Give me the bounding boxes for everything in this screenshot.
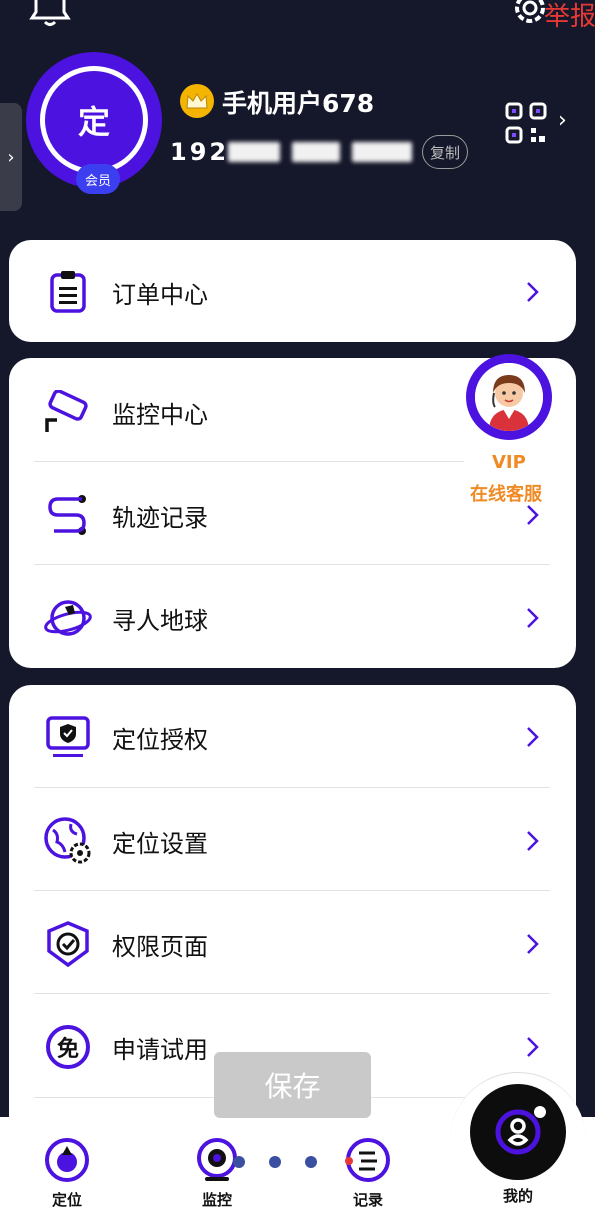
user-icon	[495, 1106, 546, 1155]
chevron-right-icon: ›	[7, 146, 15, 168]
menu-item-location-settings[interactable]: 定位设置	[34, 789, 550, 893]
menu-item-label: 寻人地球	[112, 606, 208, 635]
customer-service-button[interactable]	[466, 354, 552, 440]
divider	[34, 787, 550, 788]
username: 手机用户678	[222, 89, 375, 118]
phone-masked-segment	[228, 142, 280, 162]
online-service-label[interactable]: 在线客服	[470, 480, 542, 506]
crown-icon	[180, 84, 214, 118]
copy-button[interactable]: 复制	[422, 135, 468, 169]
chevron-right-icon	[527, 608, 539, 628]
chevron-right-icon	[527, 282, 539, 302]
vip-label[interactable]: VIP	[492, 452, 526, 473]
phone-number: 192	[170, 138, 230, 166]
chevron-right-icon	[527, 1037, 539, 1057]
shield-monitor-icon	[39, 708, 97, 766]
order-card: 订单中心	[9, 240, 576, 342]
bell-icon[interactable]	[28, 0, 72, 28]
location-icon	[45, 1138, 89, 1182]
route-icon	[345, 1138, 390, 1182]
page-indicator	[233, 1156, 317, 1168]
chevron-right-icon[interactable]: ›	[558, 108, 567, 133]
globe-gear-icon	[39, 812, 97, 870]
route-icon	[39, 486, 97, 544]
globe-icon	[39, 589, 97, 647]
member-badge: 会员	[76, 164, 120, 194]
clipboard-icon	[39, 263, 97, 321]
tab-location[interactable]: 定位	[27, 1137, 107, 1210]
menu-item-order-center[interactable]: 订单中心	[34, 240, 550, 344]
tab-label: 定位	[51, 1191, 82, 1209]
avatar-text: 定	[40, 66, 148, 174]
agent-avatar-icon	[475, 363, 543, 431]
chevron-right-icon	[527, 934, 539, 954]
chevron-right-icon	[527, 831, 539, 851]
qr-code-icon[interactable]	[505, 102, 547, 144]
divider	[34, 993, 550, 994]
menu-item-permissions[interactable]: 权限页面	[34, 892, 550, 996]
badge-check-icon	[39, 915, 97, 973]
menu-item-label: 订单中心	[112, 280, 208, 309]
phone-masked-segment	[352, 142, 412, 162]
menu-item-label: 轨迹记录	[112, 503, 208, 532]
menu-item-track-record[interactable]: 轨迹记录	[34, 463, 550, 567]
phone-masked-segment	[292, 142, 340, 162]
menu-item-location-auth[interactable]: 定位授权	[34, 685, 550, 789]
divider	[34, 564, 550, 565]
tab-mine[interactable]	[470, 1084, 566, 1180]
divider	[34, 461, 464, 462]
menu-item-label: 定位设置	[112, 829, 208, 858]
tab-label: 我的	[502, 1187, 533, 1205]
tab-label: 监控	[201, 1191, 232, 1209]
free-icon: 免	[39, 1018, 97, 1076]
report-link[interactable]: 举报	[544, 0, 595, 33]
side-drawer-tab[interactable]: ›	[0, 103, 22, 211]
divider	[34, 890, 550, 891]
menu-item-label: 定位授权	[112, 725, 208, 754]
tab-label: 记录	[352, 1191, 383, 1209]
chevron-right-icon	[527, 505, 539, 525]
chevron-right-icon	[527, 727, 539, 747]
menu-item-globe-search[interactable]: 寻人地球	[34, 566, 550, 670]
tab-monitor[interactable]: 监控	[177, 1137, 257, 1210]
camera-icon	[39, 383, 97, 441]
tab-record[interactable]: 记录	[328, 1137, 408, 1210]
save-button[interactable]: 保存	[214, 1052, 371, 1118]
menu-item-label: 权限页面	[112, 932, 208, 961]
